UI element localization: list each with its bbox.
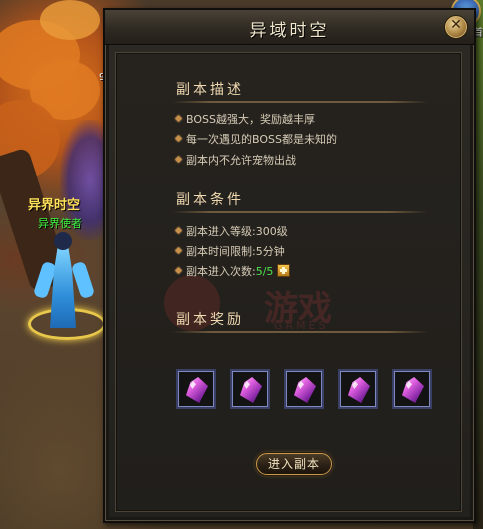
description-item: 每一次遇见的BOSS都是未知的 [174, 131, 337, 147]
close-icon: ✕ [450, 17, 462, 33]
description-text: 副本内不允许宠物出战 [186, 154, 296, 167]
diamond-bullet-icon [174, 246, 183, 255]
dialog-content-panel: 游戏 GAMES 副本描述 BOSS越强大，奖励越丰厚 每一次遇见的BOSS都是… [115, 52, 462, 512]
diamond-bullet-icon [174, 266, 183, 275]
condition-entry-count: 副本进入次数:5/5 [174, 263, 291, 279]
npc-sleeve [70, 260, 96, 300]
purple-gem-icon [294, 377, 316, 403]
description-item: BOSS越强大，奖励越丰厚 [174, 111, 315, 127]
reward-slot[interactable] [230, 369, 270, 409]
npc-head [54, 232, 72, 250]
enter-dungeon-button[interactable]: 进入副本 [256, 453, 332, 475]
close-button[interactable]: ✕ [444, 15, 468, 39]
description-text: 每一次遇见的BOSS都是未知的 [186, 133, 337, 146]
add-entry-icon[interactable] [277, 264, 291, 277]
condition-level: 副本进入等级:300级 [174, 223, 288, 239]
section-title-conditions: 副本条件 [176, 192, 244, 208]
condition-text: 副本进入次数: [186, 265, 256, 278]
npc-title: 异界使者 [38, 217, 82, 230]
dialog-titlebar[interactable]: 异域时空 ✕ [105, 10, 474, 45]
purple-gem-icon [402, 377, 424, 403]
diamond-bullet-icon [174, 226, 183, 235]
reward-slot[interactable] [338, 369, 378, 409]
npc-character[interactable] [32, 232, 96, 328]
watermark-brand: 游戏 [264, 289, 332, 329]
condition-time: 副本时间限制:5分钟 [174, 243, 285, 259]
reward-slot[interactable] [284, 369, 324, 409]
diamond-bullet-icon [174, 155, 183, 164]
purple-gem-icon [240, 377, 262, 403]
purple-gem-icon [348, 377, 370, 403]
description-text: BOSS越强大，奖励越丰厚 [186, 113, 315, 126]
reward-slot[interactable] [176, 369, 216, 409]
npc-name: 异界时空 [28, 198, 81, 213]
dungeon-dialog: 异域时空 ✕ 游戏 GAMES 副本描述 BOSS越强大，奖励越丰厚 每一次遇见… [103, 8, 476, 523]
section-divider [172, 331, 428, 333]
section-divider [172, 211, 428, 213]
condition-text: 副本时间限制:5分钟 [186, 245, 285, 258]
description-item: 副本内不允许宠物出战 [174, 152, 296, 168]
entry-count-value: 5/5 [255, 265, 274, 278]
section-title-description: 副本描述 [176, 82, 244, 98]
section-title-rewards: 副本奖励 [176, 312, 244, 328]
purple-gem-icon [186, 377, 208, 403]
condition-text: 副本进入等级:300级 [186, 225, 288, 238]
diamond-bullet-icon [174, 114, 183, 123]
autumn-foliage [40, 0, 100, 40]
diamond-bullet-icon [174, 134, 183, 143]
reward-slots [176, 369, 432, 413]
npc-robe [50, 246, 76, 328]
section-divider [172, 101, 428, 103]
dialog-title: 异域时空 [249, 21, 330, 41]
reward-slot[interactable] [392, 369, 432, 409]
